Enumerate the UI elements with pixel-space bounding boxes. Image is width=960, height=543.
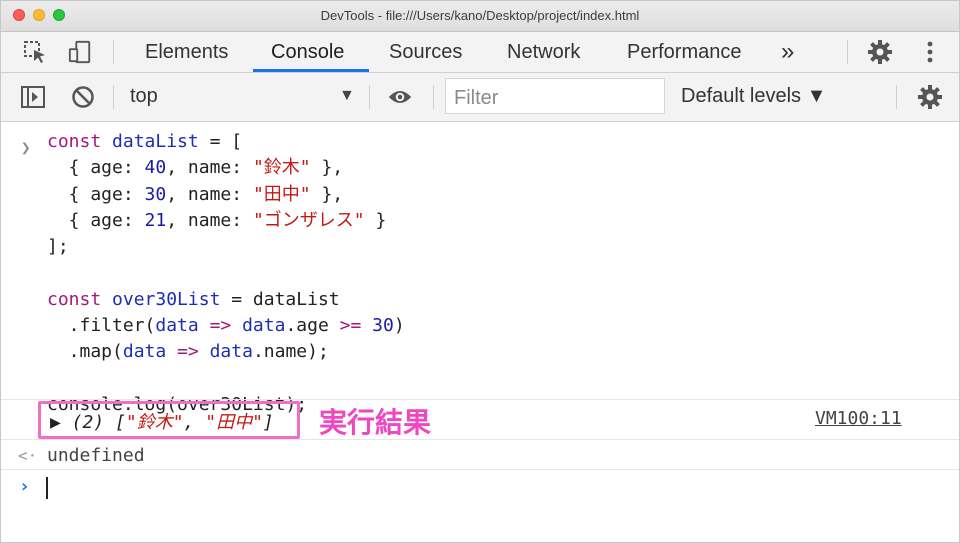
code-token: data bbox=[242, 315, 286, 337]
code-token: "鈴木" bbox=[252, 157, 311, 179]
console-input-code: const dataList = [ { age: 40, name: "鈴木"… bbox=[47, 129, 405, 418]
code-token: const bbox=[47, 288, 102, 310]
code-token: dataList bbox=[112, 131, 199, 152]
active-tab-indicator bbox=[253, 69, 369, 72]
code-token: , name: bbox=[166, 183, 253, 205]
console-panel: ❯ const dataList = [ { age: 40, name: "鈴… bbox=[1, 121, 959, 541]
code-token: .map( bbox=[47, 341, 123, 363]
title-bar: DevTools - file:///Users/kano/Desktop/pr… bbox=[1, 1, 959, 32]
prompt-chevron-icon: › bbox=[19, 476, 30, 497]
row-divider bbox=[1, 439, 959, 440]
array-bracket: ] bbox=[262, 412, 274, 433]
more-tabs-button[interactable]: » bbox=[781, 32, 794, 72]
window-title: DevTools - file:///Users/kano/Desktop/pr… bbox=[320, 8, 640, 23]
code-token: 30 bbox=[372, 315, 394, 337]
live-expression-eye-icon[interactable] bbox=[388, 85, 412, 109]
tab-divider bbox=[113, 40, 114, 64]
code-token: = [ bbox=[198, 131, 243, 152]
code-token: 30 bbox=[144, 183, 167, 205]
source-link[interactable]: VM100:11 bbox=[815, 408, 902, 429]
code-token: data bbox=[155, 315, 199, 337]
row-divider bbox=[1, 469, 959, 470]
console-toolbar: top ▼ Filter Default levels ▼ bbox=[1, 73, 959, 122]
code-token: "田中" bbox=[252, 183, 311, 205]
result-annotation: 実行結果 bbox=[319, 406, 432, 439]
code-token: = dataList bbox=[220, 288, 340, 310]
code-token: 40 bbox=[144, 157, 167, 179]
tab-divider bbox=[847, 40, 848, 64]
code-token: >= bbox=[339, 315, 362, 337]
devtools-window: DevTools - file:///Users/kano/Desktop/pr… bbox=[0, 0, 960, 543]
input-chevron-icon: ❯ bbox=[21, 138, 31, 157]
context-selector[interactable]: top bbox=[130, 85, 158, 108]
tab-console[interactable]: Console bbox=[271, 32, 344, 72]
return-arrow-icon: <· bbox=[18, 446, 38, 465]
code-token: const bbox=[47, 131, 102, 152]
clear-console-icon[interactable] bbox=[71, 85, 95, 109]
device-toolbar-icon[interactable] bbox=[68, 40, 92, 64]
sidebar-toggle-icon[interactable] bbox=[21, 85, 45, 109]
row-divider bbox=[1, 399, 959, 400]
log-output[interactable]: ▶ (2) ["鈴木", "田中"] bbox=[50, 408, 274, 434]
settings-gear-icon[interactable] bbox=[868, 40, 892, 64]
code-token: .age bbox=[285, 315, 340, 337]
code-token: ) bbox=[393, 315, 405, 337]
inspect-element-icon[interactable] bbox=[23, 40, 47, 64]
code-token: => bbox=[198, 315, 243, 337]
toolbar-divider bbox=[433, 85, 434, 109]
code-token: .filter( bbox=[47, 315, 156, 337]
tab-network[interactable]: Network bbox=[507, 32, 580, 72]
panel-tab-bar: Elements Console Sources Network Perform… bbox=[1, 32, 959, 73]
code-token: over30List bbox=[112, 288, 221, 310]
code-token: { age: bbox=[47, 183, 145, 205]
filter-input[interactable]: Filter bbox=[445, 78, 665, 114]
code-token: ]; bbox=[47, 236, 69, 258]
more-options-icon[interactable] bbox=[918, 40, 942, 64]
return-value: undefined bbox=[47, 445, 145, 466]
code-token: }, bbox=[310, 157, 344, 179]
code-token: , name: bbox=[166, 209, 253, 231]
code-token: .name); bbox=[252, 341, 329, 363]
log-levels-dropdown[interactable]: Default levels ▼ bbox=[681, 85, 826, 108]
toolbar-divider bbox=[369, 85, 370, 109]
tab-elements[interactable]: Elements bbox=[145, 32, 228, 72]
toolbar-divider bbox=[896, 85, 897, 109]
code-token: data bbox=[209, 341, 253, 363]
array-item: "鈴木" bbox=[125, 412, 184, 433]
code-token: data bbox=[122, 341, 167, 363]
code-token: { age: bbox=[47, 209, 145, 231]
array-item: "田中" bbox=[205, 412, 263, 433]
code-token: => bbox=[166, 341, 210, 363]
tab-sources[interactable]: Sources bbox=[389, 32, 462, 72]
code-token: } bbox=[364, 209, 387, 231]
context-dropdown-arrow-icon[interactable]: ▼ bbox=[339, 87, 355, 105]
code-token: 21 bbox=[144, 209, 167, 231]
code-token: "ゴンザレス" bbox=[252, 209, 365, 231]
array-separator: , bbox=[183, 412, 206, 433]
code-token: }, bbox=[310, 183, 344, 205]
code-token: , name: bbox=[166, 157, 253, 179]
expand-triangle-label: ▶ (2) [ bbox=[50, 412, 126, 433]
tab-performance[interactable]: Performance bbox=[627, 32, 742, 72]
console-settings-gear-icon[interactable] bbox=[918, 85, 942, 109]
toolbar-divider bbox=[113, 85, 114, 109]
code-token: { age: bbox=[47, 157, 145, 179]
console-input-caret[interactable] bbox=[46, 477, 48, 499]
